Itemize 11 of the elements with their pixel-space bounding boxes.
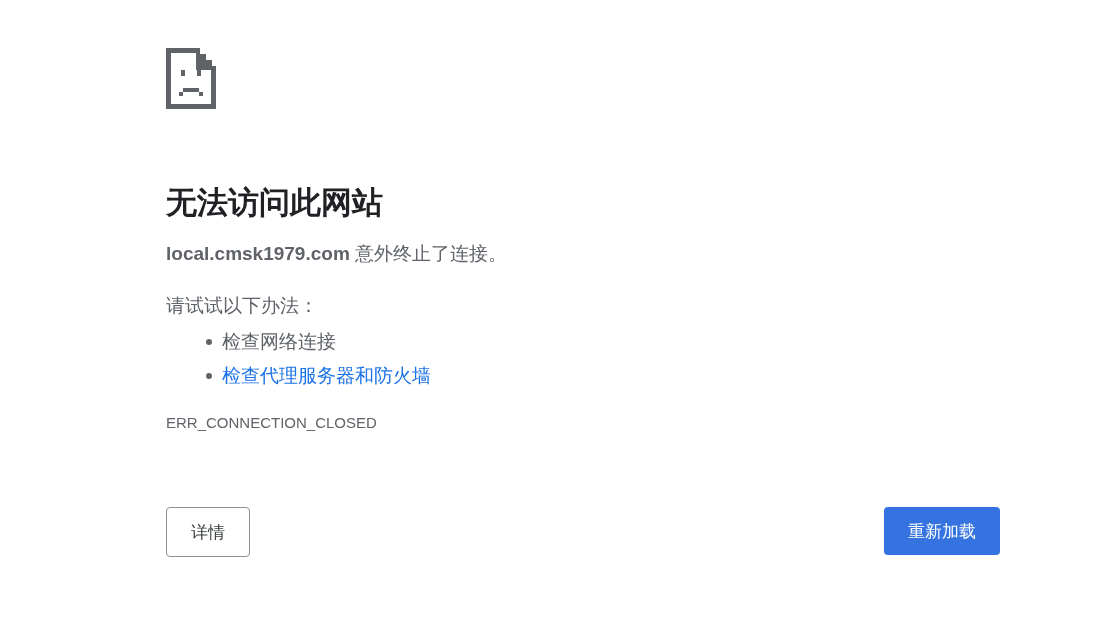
error-message: local.cmsk1979.com 意外终止了连接。 <box>166 242 508 266</box>
suggestions-label: 请试试以下办法： <box>166 294 318 318</box>
bullet-icon <box>206 339 212 345</box>
suggestion-link[interactable]: 检查代理服务器和防火墙 <box>222 359 431 393</box>
suggestion-text: 检查网络连接 <box>222 330 336 354</box>
sad-page-icon <box>166 48 216 109</box>
details-button[interactable]: 详情 <box>166 507 250 557</box>
error-code: ERR_CONNECTION_CLOSED <box>166 413 377 433</box>
bullet-icon <box>206 373 212 379</box>
reload-button[interactable]: 重新加载 <box>884 507 1000 555</box>
page-heading: 无法访问此网站 <box>166 184 383 222</box>
